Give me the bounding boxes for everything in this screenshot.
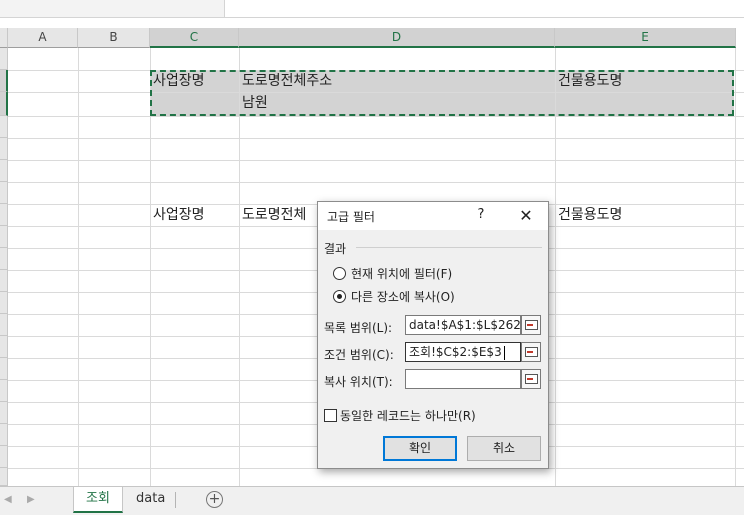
- column-header-b[interactable]: B: [78, 28, 150, 48]
- row-header[interactable]: [0, 380, 8, 402]
- column-header-c[interactable]: C: [150, 28, 239, 48]
- dialog-title: 고급 필터: [327, 210, 375, 224]
- radio-button-selected[interactable]: [333, 289, 346, 303]
- close-icon[interactable]: ✕: [514, 206, 538, 225]
- row-header[interactable]: [0, 402, 8, 424]
- text-caret: [503, 345, 505, 360]
- unique-records-checkbox[interactable]: [324, 409, 337, 422]
- row-header[interactable]: [0, 248, 8, 270]
- gridline: [8, 160, 744, 161]
- range-select-icon: [525, 347, 538, 357]
- gridline: [8, 182, 744, 183]
- row-header[interactable]: [0, 116, 8, 138]
- radio-copy-label: 다른 장소에 복사(O): [351, 289, 455, 304]
- result-group-label: 결과: [324, 242, 347, 256]
- copy-marquee: [150, 70, 734, 116]
- row-header[interactable]: [0, 226, 8, 248]
- range-select-icon: [525, 374, 538, 384]
- sheet-tab-active[interactable]: 조회: [73, 487, 123, 513]
- radio-button[interactable]: [333, 266, 346, 280]
- row-header[interactable]: [0, 292, 8, 314]
- cell-e8[interactable]: 건물용도명: [558, 204, 622, 226]
- row-header[interactable]: [0, 204, 8, 226]
- formula-bar-input[interactable]: [224, 0, 744, 18]
- row-header[interactable]: [0, 314, 8, 336]
- tab-separator: [175, 492, 176, 508]
- row-header[interactable]: [0, 160, 8, 182]
- list-range-label: 목록 범위(L):: [324, 321, 393, 335]
- copy-to-input[interactable]: [405, 369, 521, 389]
- select-all-corner[interactable]: [0, 28, 8, 48]
- scroll-tabs-right-icon[interactable]: ▶: [27, 494, 35, 505]
- gridline: [8, 116, 744, 117]
- criteria-range-value: 조회!$C$2:$E$3: [409, 345, 502, 359]
- cancel-button[interactable]: 취소: [467, 436, 541, 461]
- cell-d8[interactable]: 도로명전체: [242, 204, 306, 226]
- row-header[interactable]: [0, 182, 8, 204]
- row-header[interactable]: [0, 446, 8, 468]
- ok-button[interactable]: 확인: [383, 436, 457, 461]
- unique-records-option[interactable]: 동일한 레코드는 하나만(R): [324, 407, 476, 424]
- row-header[interactable]: [0, 336, 8, 358]
- row-header[interactable]: [0, 270, 8, 292]
- cell-c8[interactable]: 사업장명: [153, 204, 205, 226]
- gridline: [78, 48, 79, 486]
- gridline: [8, 138, 744, 139]
- column-header-e[interactable]: E: [555, 28, 736, 48]
- formula-area: [0, 0, 744, 28]
- criteria-range-input[interactable]: 조회!$C$2:$E$3: [405, 342, 521, 362]
- copy-to-label: 복사 위치(T):: [324, 375, 393, 389]
- column-header-d[interactable]: D: [239, 28, 555, 48]
- list-range-input[interactable]: data!$A$1:$L$2624: [405, 315, 521, 335]
- dialog-titlebar[interactable]: 고급 필터 ? ✕: [318, 202, 548, 230]
- add-sheet-icon[interactable]: +: [206, 491, 223, 508]
- radio-copy-to-location[interactable]: 다른 장소에 복사(O): [333, 287, 455, 305]
- advanced-filter-dialog: 고급 필터 ? ✕ 결과 현재 위치에 필터(F) 다른 장소에 복사(O) 목…: [317, 201, 549, 469]
- sheet-tab-bar: ◀ ▶ 조회 data +: [0, 486, 744, 515]
- radio-filter-in-place[interactable]: 현재 위치에 필터(F): [333, 264, 452, 282]
- gridline: [735, 48, 736, 486]
- criteria-range-label: 조건 범위(C):: [324, 348, 394, 362]
- list-range-collapse-button[interactable]: [521, 315, 541, 335]
- radio-in-place-label: 현재 위치에 필터(F): [351, 266, 453, 281]
- row-header[interactable]: [0, 92, 8, 116]
- scroll-tabs-left-icon[interactable]: ◀: [4, 494, 12, 505]
- row-header[interactable]: [0, 424, 8, 446]
- criteria-range-collapse-button[interactable]: [521, 342, 541, 362]
- unique-records-label: 동일한 레코드는 하나만(R): [340, 409, 476, 423]
- row-header[interactable]: [0, 468, 8, 486]
- help-icon[interactable]: ?: [473, 207, 489, 222]
- range-select-icon: [525, 320, 538, 330]
- row-header[interactable]: [0, 138, 8, 160]
- column-header-a[interactable]: A: [8, 28, 78, 48]
- row-header[interactable]: [0, 358, 8, 380]
- row-header[interactable]: [0, 48, 8, 70]
- row-header[interactable]: [0, 70, 8, 92]
- name-box-area[interactable]: [0, 0, 224, 18]
- group-divider: [356, 247, 542, 248]
- sheet-tab[interactable]: data: [124, 487, 177, 513]
- copy-to-collapse-button[interactable]: [521, 369, 541, 389]
